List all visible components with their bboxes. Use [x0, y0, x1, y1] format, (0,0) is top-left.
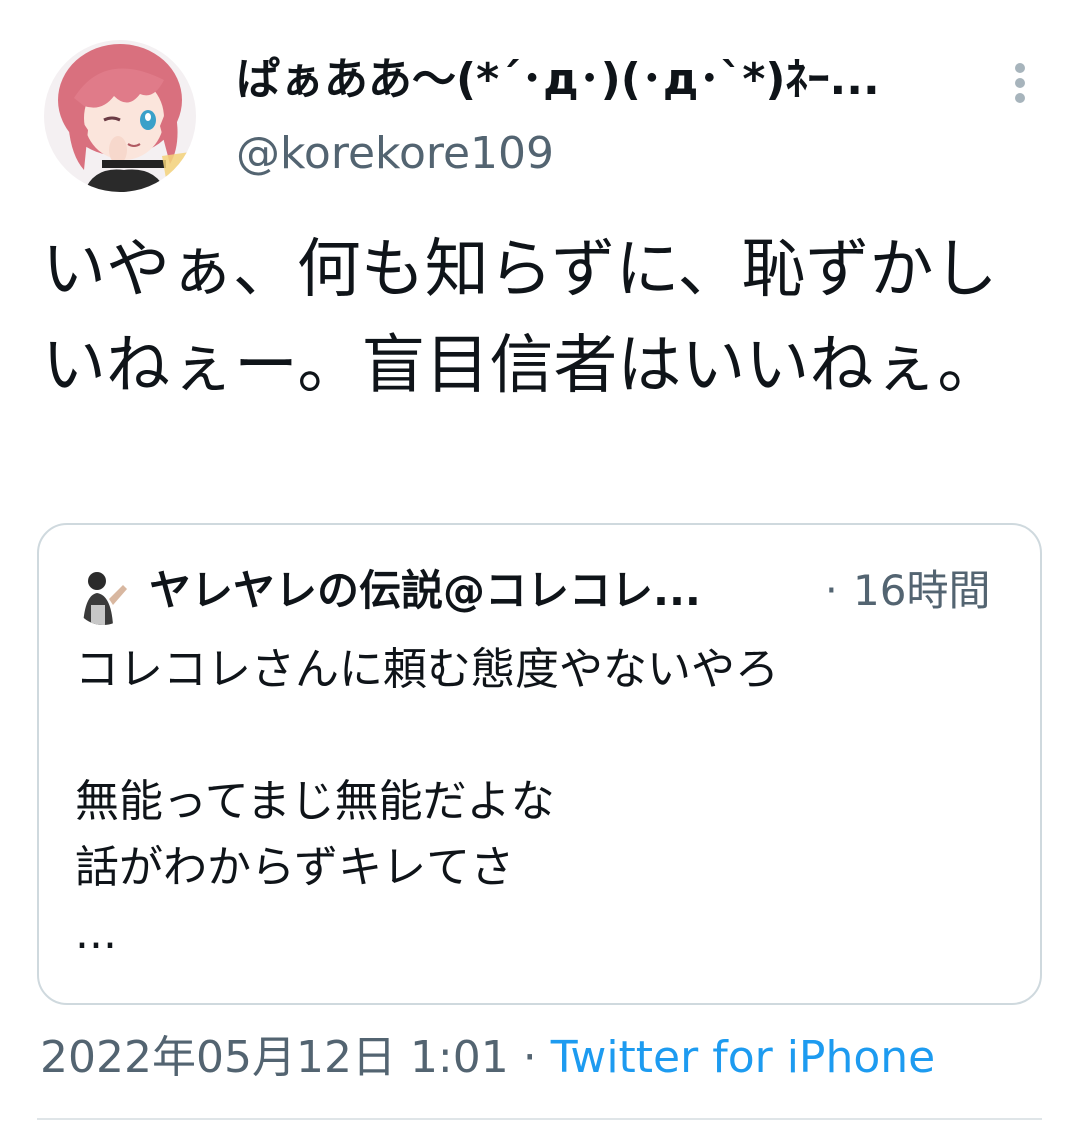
- author-avatar[interactable]: [44, 40, 196, 192]
- quoted-text-line: コレコレさんに頼む態度やないやろ: [75, 644, 779, 695]
- tweet-timestamp[interactable]: 2022年05月12日 1:01: [40, 1032, 509, 1083]
- author-avatar-image: [44, 40, 196, 192]
- vertical-dots-icon: [1015, 63, 1025, 103]
- quoted-author-avatar-image: [73, 565, 133, 625]
- tweet-meta: 2022年05月12日 1:01 · Twitter for iPhone: [40, 1030, 935, 1086]
- quoted-text-line: 話がわからずキレてさ: [75, 842, 515, 893]
- author-handle[interactable]: @korekore109: [236, 126, 554, 182]
- meta-separator: ·: [522, 1032, 537, 1083]
- quoted-time: 16時間: [853, 566, 991, 615]
- divider: [37, 1118, 1042, 1120]
- tweet-text: いやぁ、何も知らずに、恥ずかしいねぇー。盲目信者はいいねぇ。: [42, 233, 1002, 403]
- quoted-text-line: [75, 703, 1005, 769]
- quoted-tweet-card[interactable]: ヤレヤレの伝説@コレコレ... · 16時間 コレコレさんに頼む態度やないやろ …: [37, 523, 1042, 1005]
- quoted-text-line: ...: [75, 908, 117, 959]
- author-display-name[interactable]: ぱぁああ〜(*´･д･)(･д･`*)ﾈｰ...: [236, 50, 936, 110]
- quoted-separator: ·: [825, 568, 838, 614]
- quoted-author-name: ヤレヤレの伝説@コレコレ...: [149, 566, 701, 615]
- tweet-source-link[interactable]: Twitter for iPhone: [551, 1032, 935, 1083]
- quoted-author-avatar: [73, 565, 133, 625]
- more-options-button[interactable]: [1000, 60, 1040, 106]
- quoted-tweet-text: コレコレさんに頼む態度やないやろ 無能ってまじ無能だよな 話がわからずキレてさ …: [75, 637, 1005, 967]
- quoted-text-line: 無能ってまじ無能だよな: [75, 776, 555, 827]
